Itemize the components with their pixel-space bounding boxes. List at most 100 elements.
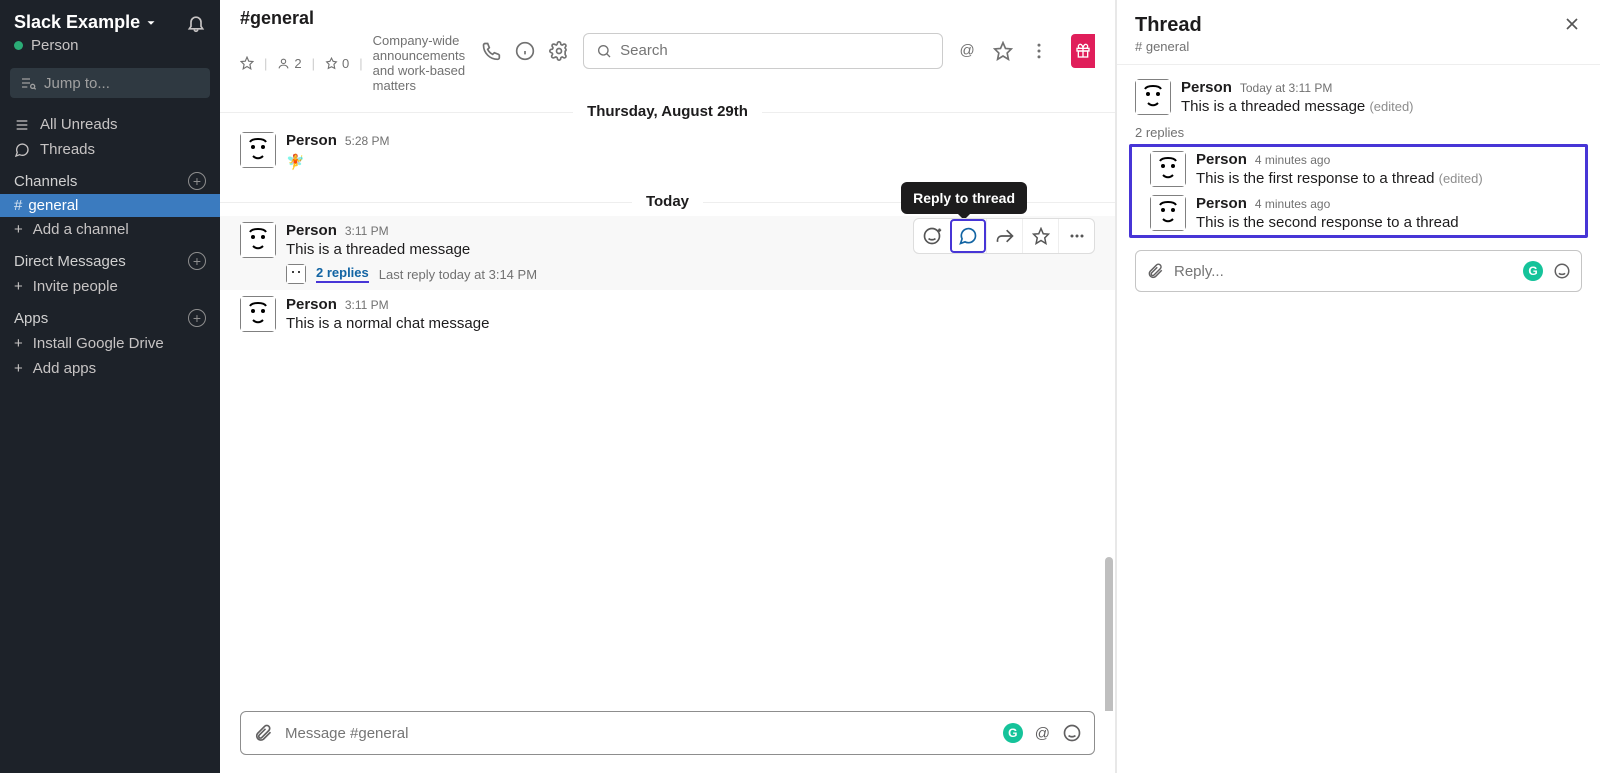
message-author[interactable]: Person xyxy=(286,222,337,239)
message-time: Today at 3:11 PM xyxy=(1240,81,1333,95)
message-author[interactable]: Person xyxy=(1196,151,1247,168)
dm-label: Direct Messages xyxy=(14,253,126,270)
message-time: 4 minutes ago xyxy=(1255,153,1330,167)
thread-root-message[interactable]: Person Today at 3:11 PM This is a threade… xyxy=(1117,75,1600,119)
save-message-star-icon[interactable] xyxy=(1022,219,1058,253)
channel-topic[interactable]: Company-wide announcements and work-base… xyxy=(373,33,466,93)
add-app-plus-icon[interactable]: + xyxy=(188,309,206,327)
tooltip-reply-thread: Reply to thread xyxy=(901,182,1027,214)
settings-gear-icon[interactable] xyxy=(549,41,569,61)
thread-reply-count: 2 replies xyxy=(1117,119,1600,144)
thread-replies-link[interactable]: 2 replies xyxy=(316,265,369,283)
star-icon[interactable] xyxy=(993,41,1013,61)
thread-last-reply: Last reply today at 3:14 PM xyxy=(379,267,537,282)
channel-title[interactable]: #general xyxy=(240,8,465,29)
plus-icon: + xyxy=(14,278,23,295)
thread-reply[interactable]: Person 4 minutes ago This is the first re… xyxy=(1132,147,1585,191)
channel-header: #general | 2 | 0 xyxy=(220,0,1115,97)
thread-replies-highlight: Person 4 minutes ago This is the first re… xyxy=(1129,144,1588,238)
composer-input[interactable] xyxy=(285,725,991,742)
emoji-icon[interactable] xyxy=(1062,723,1082,743)
mentions-icon[interactable]: @ xyxy=(957,41,977,61)
add-apps-label: Add apps xyxy=(33,360,96,377)
more-vertical-icon[interactable] xyxy=(1029,41,1049,61)
member-count[interactable]: 2 xyxy=(277,56,301,71)
sidebar-all-unreads[interactable]: All Unreads xyxy=(0,112,220,137)
thread-title: Thread xyxy=(1135,14,1202,37)
thread-summary[interactable]: 2 replies Last reply today at 3:14 PM xyxy=(286,264,537,284)
user-presence[interactable]: Person xyxy=(0,37,220,64)
message-time: 3:11 PM xyxy=(345,298,389,312)
close-thread-icon[interactable] xyxy=(1562,14,1582,34)
date-divider: Thursday, August 29th xyxy=(220,103,1115,120)
share-message-icon[interactable] xyxy=(986,219,1022,253)
thread-reply-input[interactable] xyxy=(1174,263,1513,280)
gift-button[interactable] xyxy=(1071,34,1095,68)
message-row[interactable]: Person 3:11 PM This is a normal chat mess… xyxy=(220,290,1115,338)
grammarly-icon[interactable]: G xyxy=(1003,723,1023,743)
info-icon[interactable] xyxy=(515,41,535,61)
avatar xyxy=(1135,79,1171,115)
add-channel-plus-icon[interactable]: + xyxy=(188,172,206,190)
message-body: This is a normal chat message xyxy=(286,315,489,332)
message-attachment-emoji[interactable]: 🧚 xyxy=(286,153,314,181)
message-list[interactable]: Thursday, August 29th Person5:28 PM 🧚 To… xyxy=(220,97,1115,711)
workspace-name: Slack Example xyxy=(14,12,140,33)
thread-reply[interactable]: Person4 minutes ago This is the second r… xyxy=(1132,191,1585,235)
scrollbar-thumb[interactable] xyxy=(1105,557,1113,711)
message-body: This is the second response to a thread xyxy=(1196,214,1459,231)
edited-label: (edited) xyxy=(1369,99,1413,114)
new-dm-plus-icon[interactable]: + xyxy=(188,252,206,270)
jump-to-label: Jump to... xyxy=(44,75,110,92)
dm-section-header: Direct Messages + xyxy=(0,242,220,274)
attach-icon[interactable] xyxy=(253,723,273,743)
invite-people-row[interactable]: + Invite people xyxy=(0,274,220,299)
plus-icon: + xyxy=(14,335,23,352)
sidebar-threads[interactable]: Threads xyxy=(0,137,220,162)
channel-item-general[interactable]: # general xyxy=(0,194,220,217)
jump-icon xyxy=(20,75,36,91)
apps-label: Apps xyxy=(14,310,48,327)
current-user-name: Person xyxy=(31,37,79,54)
avatar xyxy=(240,132,276,168)
message-composer[interactable]: G @ xyxy=(240,711,1095,755)
message-body: This is the first response to a thread xyxy=(1196,170,1434,187)
pin-count[interactable]: 0 xyxy=(325,56,349,71)
attach-icon[interactable] xyxy=(1146,262,1164,280)
notifications-bell-icon[interactable] xyxy=(186,13,206,33)
thread-reply-composer[interactable]: G xyxy=(1135,250,1582,292)
message-row[interactable]: Person 5:28 PM 🧚 xyxy=(220,126,1115,187)
message-hover-actions xyxy=(913,218,1095,254)
search-input[interactable] xyxy=(620,42,930,59)
message-body: This is a threaded message xyxy=(1181,98,1365,115)
jump-to-button[interactable]: Jump to... xyxy=(10,68,210,98)
more-actions-icon[interactable] xyxy=(1058,219,1094,253)
install-google-drive-row[interactable]: + Install Google Drive xyxy=(0,331,220,356)
star-channel-icon[interactable] xyxy=(240,56,254,70)
message-author[interactable]: Person xyxy=(1181,79,1232,96)
apps-section-header: Apps + xyxy=(0,299,220,331)
list-icon xyxy=(14,117,30,133)
add-apps-row[interactable]: + Add apps xyxy=(0,356,220,381)
message-time: 5:28 PM xyxy=(345,134,390,148)
message-author[interactable]: Person xyxy=(286,132,337,149)
workspace-switcher[interactable]: Slack Example xyxy=(14,12,158,33)
sidebar: Slack Example Person Jump to... All Unre… xyxy=(0,0,220,773)
reply-thread-icon[interactable] xyxy=(950,219,986,253)
channel-name: general xyxy=(28,197,78,214)
mention-icon[interactable]: @ xyxy=(1035,725,1050,742)
message-body: This is a threaded message xyxy=(286,241,537,258)
grammarly-icon[interactable]: G xyxy=(1523,261,1543,281)
emoji-icon[interactable] xyxy=(1553,262,1571,280)
avatar xyxy=(1150,195,1186,231)
thread-subtitle[interactable]: # general xyxy=(1135,39,1202,54)
add-channel-row[interactable]: + Add a channel xyxy=(0,217,220,242)
add-reaction-icon[interactable] xyxy=(914,219,950,253)
search-box[interactable] xyxy=(583,33,943,69)
message-author[interactable]: Person xyxy=(286,296,337,313)
message-author[interactable]: Person xyxy=(1196,195,1247,212)
channels-label: Channels xyxy=(14,173,77,190)
plus-icon: + xyxy=(14,221,23,238)
message-time: 3:11 PM xyxy=(345,224,389,238)
phone-icon[interactable] xyxy=(481,41,501,61)
